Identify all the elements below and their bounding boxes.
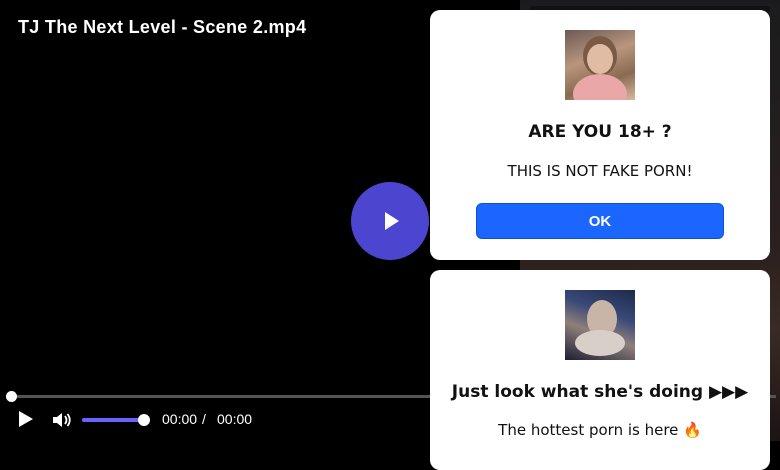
- duration: 00:00: [217, 411, 253, 427]
- current-time: 00:00: [162, 411, 198, 427]
- play-icon: [385, 212, 399, 230]
- volume-slider[interactable]: [82, 418, 144, 422]
- volume-icon[interactable]: [52, 411, 72, 429]
- time-separator: /: [202, 411, 206, 427]
- popup-text: THIS IS NOT FAKE PORN!: [507, 162, 693, 180]
- play-icon[interactable]: [19, 411, 33, 427]
- popup-heading: ARE YOU 18+ ?: [528, 122, 672, 142]
- ok-button[interactable]: OK: [476, 203, 724, 239]
- profile-thumbnail: [565, 30, 635, 100]
- big-play-button[interactable]: [351, 182, 429, 260]
- progress-handle[interactable]: [6, 391, 17, 402]
- ad-text: The hottest porn is here 🔥: [498, 421, 702, 439]
- video-title: TJ The Next Level - Scene 2.mp4: [18, 17, 307, 37]
- ad-thumbnail: [565, 290, 635, 360]
- ad-popup[interactable]: Just look what she's doing ▶▶▶ The hotte…: [430, 270, 770, 470]
- ad-heading: Just look what she's doing ▶▶▶: [451, 382, 749, 402]
- volume-handle[interactable]: [138, 414, 150, 426]
- age-verification-popup: ARE YOU 18+ ? THIS IS NOT FAKE PORN! OK: [430, 10, 770, 260]
